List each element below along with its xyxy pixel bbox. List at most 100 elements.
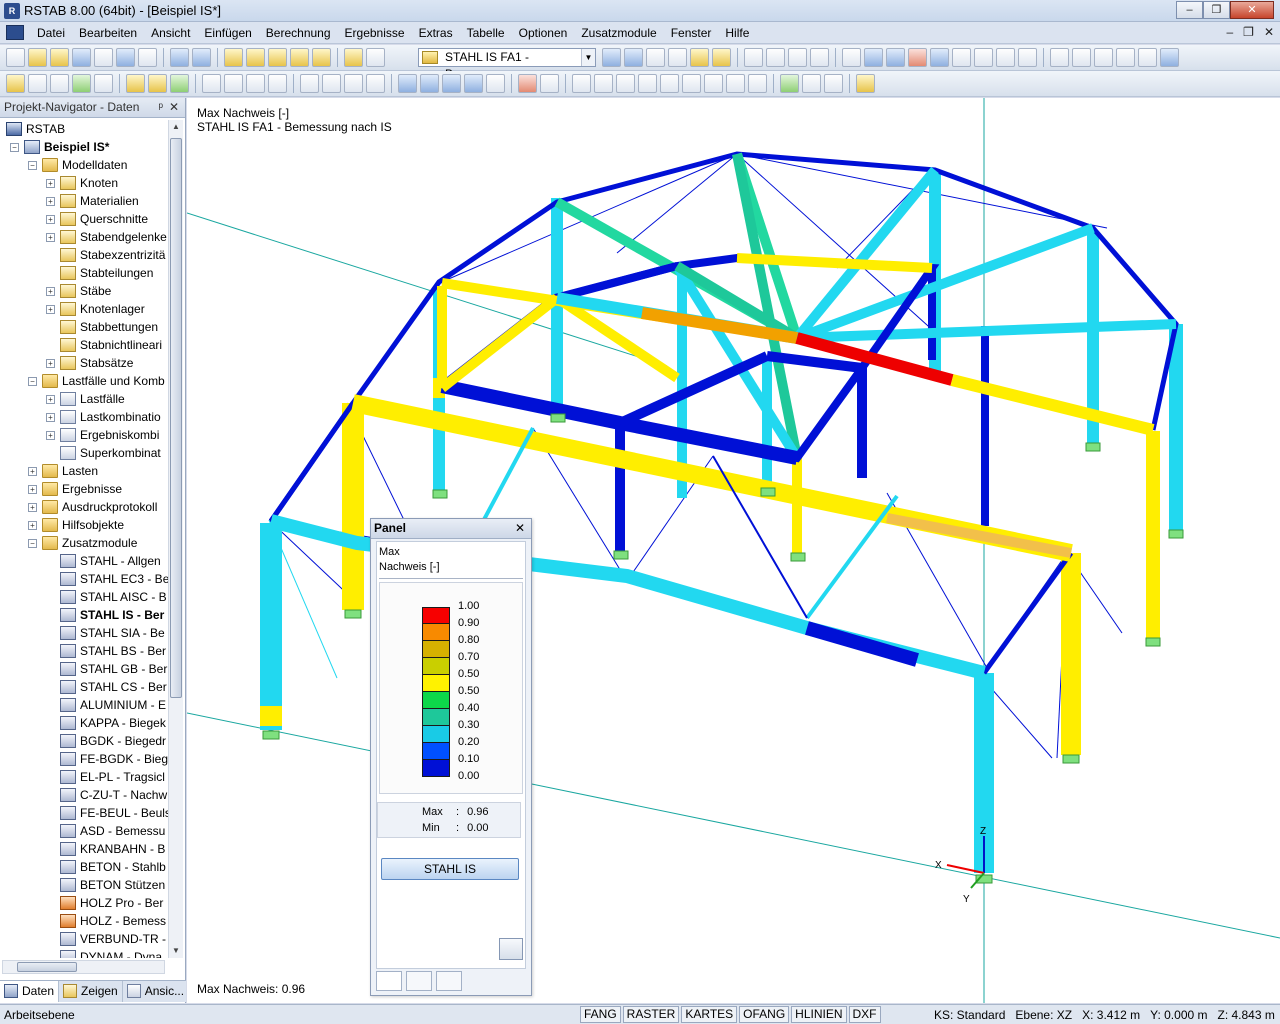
menu-einfuegen[interactable]: Einfügen [197, 22, 258, 44]
menu-ergebnisse[interactable]: Ergebnisse [338, 22, 412, 44]
member-forces-icon[interactable] [886, 48, 905, 67]
tree-item[interactable]: + Hilfsobjekte [0, 516, 168, 534]
support-results-icon[interactable] [780, 74, 799, 93]
view-z-icon[interactable] [442, 74, 461, 93]
member-icon[interactable] [28, 74, 47, 93]
pin-icon[interactable]: ᵖ [158, 98, 163, 117]
view-y-icon[interactable] [420, 74, 439, 93]
solid-icon[interactable] [952, 48, 971, 67]
tree-item[interactable]: FE-BEUL - Beuls [0, 804, 168, 822]
document-icon[interactable] [6, 25, 24, 40]
copy-icon[interactable] [268, 74, 287, 93]
expand-icon[interactable]: + [46, 287, 55, 296]
result-py-icon[interactable] [704, 74, 723, 93]
result-mt-icon[interactable] [638, 74, 657, 93]
steel-is-button[interactable]: STAHL IS [381, 858, 519, 880]
result-pz-icon[interactable] [726, 74, 745, 93]
structure-model-3d[interactable]: Z X Y [187, 98, 1280, 1003]
calculate-all-icon[interactable] [268, 48, 287, 67]
new-file-icon[interactable] [6, 48, 25, 67]
collapse-icon[interactable]: − [10, 143, 19, 152]
tree-item[interactable]: Stabteilungen [0, 264, 168, 282]
view-x-icon[interactable] [398, 74, 417, 93]
tree-item[interactable]: − Zusatzmodule [0, 534, 168, 552]
tree-item[interactable]: − Beispiel IS* [0, 138, 168, 156]
result-diagram-icon[interactable] [766, 48, 785, 67]
tree-item[interactable]: + Lastfälle [0, 390, 168, 408]
menu-tabelle[interactable]: Tabelle [460, 22, 512, 44]
tree-item[interactable]: + Lasten [0, 462, 168, 480]
report-icon[interactable] [138, 48, 157, 67]
panel-toggle-icon[interactable] [856, 74, 875, 93]
toggle-kartes[interactable]: KARTES [681, 1006, 738, 1023]
render-icon[interactable] [486, 74, 505, 93]
load-icon[interactable] [126, 74, 145, 93]
tree-item[interactable]: Superkombinat [0, 444, 168, 462]
expand-icon[interactable]: + [46, 431, 55, 440]
distribution-icon[interactable] [802, 74, 821, 93]
result-n-icon[interactable] [572, 74, 591, 93]
table-results-icon[interactable] [824, 74, 843, 93]
tree-item[interactable]: STAHL - Allgen [0, 552, 168, 570]
tree-item[interactable]: HOLZ - Bemess [0, 912, 168, 930]
tree-item[interactable]: Stabnichtlineari [0, 336, 168, 354]
mdi-minimize-icon[interactable]: – [1226, 25, 1233, 39]
result-px-icon[interactable] [748, 74, 767, 93]
tree-item[interactable]: + Stäbe [0, 282, 168, 300]
minimize-button[interactable]: – [1176, 1, 1203, 19]
tree-item[interactable]: STAHL SIA - Be [0, 624, 168, 642]
menu-fenster[interactable]: Fenster [664, 22, 719, 44]
tree-item[interactable]: KAPPA - Biegek [0, 714, 168, 732]
tab-zeigen[interactable]: Zeigen [59, 981, 123, 1002]
filter-tab-icon[interactable] [436, 971, 462, 991]
result-my-icon[interactable] [660, 74, 679, 93]
tab-ansichten[interactable]: Ansic... [123, 981, 190, 1002]
continuous-member-icon[interactable] [50, 74, 69, 93]
tree-item[interactable]: ASD - Bemessu [0, 822, 168, 840]
smooth-icon[interactable] [810, 48, 829, 67]
scroll-down-icon[interactable]: ▼ [169, 944, 183, 958]
menu-datei[interactable]: Datei [30, 22, 72, 44]
tree-item[interactable]: + Ausdruckprotokoll [0, 498, 168, 516]
tree-item[interactable]: BETON - Stahlb [0, 858, 168, 876]
tree-item[interactable]: HOLZ Pro - Ber [0, 894, 168, 912]
expand-icon[interactable]: + [46, 233, 55, 242]
tree-item[interactable]: + Lastkombinatio [0, 408, 168, 426]
menu-extras[interactable]: Extras [412, 22, 460, 44]
menu-hilfe[interactable]: Hilfe [718, 22, 756, 44]
close-icon[interactable]: ✕ [515, 519, 525, 538]
factors-tab-icon[interactable] [406, 971, 432, 991]
imperfection-icon[interactable] [170, 74, 189, 93]
node-icon[interactable] [6, 74, 25, 93]
calculate-icon[interactable] [246, 48, 265, 67]
load-case-select[interactable]: STAHL IS FA1 - Bemessung ▼ [418, 48, 596, 81]
tree-item[interactable]: − Modelldaten [0, 156, 168, 174]
expand-icon[interactable]: + [46, 395, 55, 404]
filter-icon[interactable] [1094, 48, 1113, 67]
tree-item[interactable]: C-ZU-T - Nachw [0, 786, 168, 804]
expand-icon[interactable]: + [28, 485, 37, 494]
tree-item[interactable]: + Ergebniskombi [0, 426, 168, 444]
section-icon[interactable] [788, 48, 807, 67]
collapse-icon[interactable]: − [28, 161, 37, 170]
module-icon[interactable] [1160, 48, 1179, 67]
support-reactions-icon[interactable] [864, 48, 883, 67]
view-minus-x-icon[interactable] [464, 74, 483, 93]
tree-item[interactable]: STAHL AISC - B [0, 588, 168, 606]
tree-item[interactable]: FE-BGDK - Bieg [0, 750, 168, 768]
previous-case-icon[interactable] [602, 48, 621, 67]
settings-icon[interactable] [996, 48, 1015, 67]
navigator-toggle-icon[interactable] [344, 48, 363, 67]
support-icon[interactable] [72, 74, 91, 93]
print-icon[interactable] [94, 48, 113, 67]
result-values-icon[interactable] [668, 48, 687, 67]
member-load-icon[interactable] [148, 74, 167, 93]
hinge-icon[interactable] [94, 74, 113, 93]
toggle-ofang[interactable]: OFANG [739, 1006, 790, 1023]
scroll-thumb[interactable] [170, 138, 182, 698]
select-icon[interactable] [202, 74, 221, 93]
line-style-icon[interactable] [540, 74, 559, 93]
menu-ansicht[interactable]: Ansicht [144, 22, 197, 44]
tree-item[interactable]: RSTAB [0, 120, 168, 138]
tree-item[interactable]: + Stabendgelenke [0, 228, 168, 246]
